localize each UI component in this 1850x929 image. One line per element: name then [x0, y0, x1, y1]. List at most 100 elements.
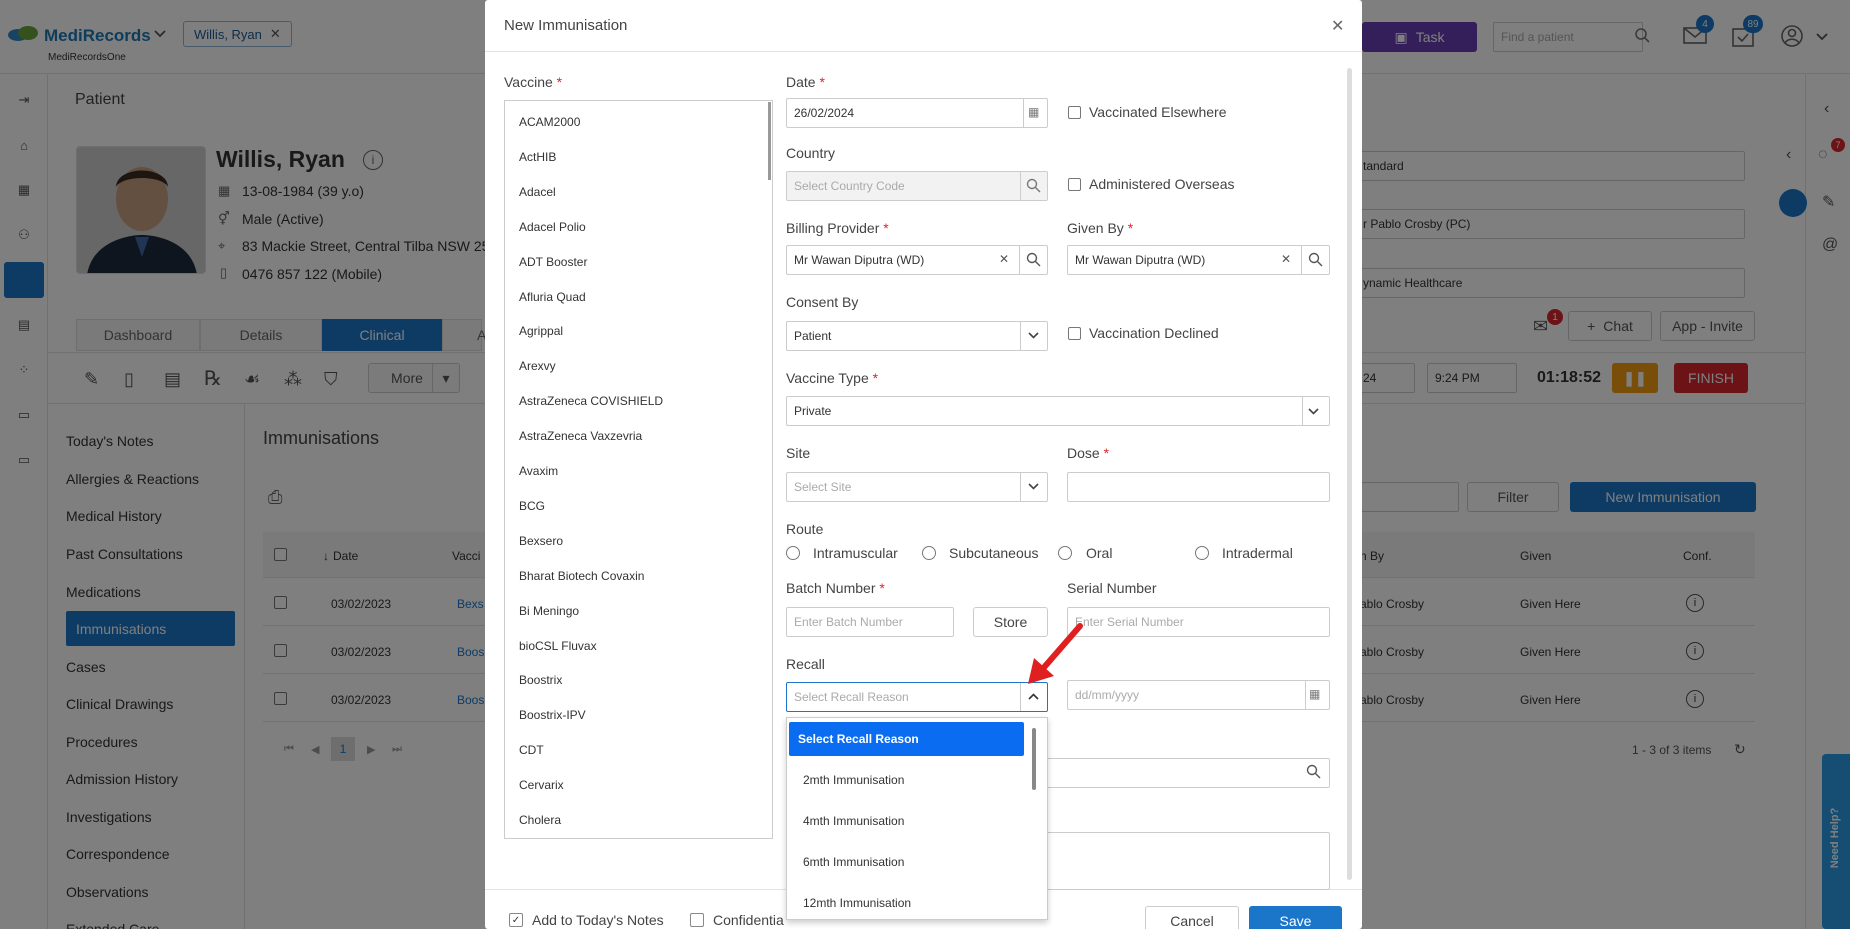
country-input[interactable]: Select Country Code: [786, 171, 1048, 201]
vaccine-list-item[interactable]: Bi Meningo: [519, 604, 579, 618]
confidential-label[interactable]: Confidentia: [713, 912, 784, 928]
date-label: Date *: [786, 74, 825, 90]
recall-reason-select[interactable]: Select Recall Reason: [786, 682, 1048, 712]
vaccine-list-item[interactable]: CDT: [519, 743, 544, 757]
dialog-title: New Immunisation: [504, 17, 628, 34]
vaccine-list-item[interactable]: Bharat Biotech Covaxin: [519, 569, 644, 583]
given-by-label: Given By *: [1067, 220, 1134, 236]
vaccine-list-item[interactable]: AstraZeneca Vaxzevria: [519, 429, 642, 443]
cancel-button[interactable]: Cancel: [1145, 906, 1239, 929]
recall-dropdown-scrollbar[interactable]: [1032, 728, 1036, 790]
recall-label: Recall: [786, 656, 825, 672]
batch-number-label: Batch Number *: [786, 580, 885, 596]
vaccine-list-item[interactable]: Adacel Polio: [519, 220, 586, 234]
recall-date-placeholder: dd/mm/yyyy: [1075, 688, 1140, 702]
given-by-label-text: Given By: [1067, 220, 1124, 236]
consent-by-label: Consent By: [786, 294, 859, 310]
confidential-checkbox[interactable]: [690, 913, 704, 927]
search-icon[interactable]: [1306, 764, 1321, 779]
vaccine-list-item[interactable]: Adacel: [519, 185, 556, 199]
vaccinated-elsewhere-label[interactable]: Vaccinated Elsewhere: [1089, 104, 1226, 120]
serial-number-input[interactable]: Enter Serial Number: [1067, 607, 1330, 637]
vaccinated-elsewhere-checkbox[interactable]: [1068, 106, 1081, 119]
chevron-down-icon[interactable]: [1028, 483, 1039, 490]
dialog-scrollbar[interactable]: [1347, 68, 1352, 880]
route-radio-oral[interactable]: [1058, 546, 1072, 560]
vaccine-list-item[interactable]: Bexsero: [519, 534, 563, 548]
site-label: Site: [786, 445, 811, 461]
route-intramuscular-label[interactable]: Intramuscular: [813, 545, 898, 561]
dose-input[interactable]: [1067, 472, 1330, 502]
notes-textarea[interactable]: [1040, 832, 1330, 890]
serial-placeholder: Enter Serial Number: [1075, 615, 1184, 629]
vaccine-list-item[interactable]: Boostrix: [519, 673, 562, 687]
recall-option[interactable]: 2mth Immunisation: [803, 773, 904, 787]
vaccine-type-select[interactable]: Private: [786, 396, 1330, 426]
calendar-icon[interactable]: ▦: [1309, 687, 1320, 701]
batch-number-input[interactable]: Enter Batch Number: [786, 607, 954, 637]
vaccine-list-item[interactable]: AstraZeneca COVISHIELD: [519, 394, 663, 408]
add-to-notes-checkbox[interactable]: ✓: [509, 913, 523, 927]
consent-by-value: Patient: [794, 329, 832, 343]
close-icon[interactable]: ✕: [1331, 16, 1344, 36]
annotation-arrow: [1024, 622, 1086, 686]
recall-option[interactable]: 6mth Immunisation: [803, 855, 904, 869]
country-placeholder: Select Country Code: [794, 179, 905, 193]
administered-overseas-checkbox[interactable]: [1068, 178, 1081, 191]
calendar-icon[interactable]: ▦: [1028, 105, 1039, 119]
batch-placeholder: Enter Batch Number: [794, 615, 903, 629]
hidden-search-field[interactable]: [1040, 758, 1330, 788]
vaccine-list-scrollbar[interactable]: [768, 102, 771, 180]
vaccine-label-text: Vaccine: [504, 74, 553, 90]
chevron-down-icon[interactable]: [1028, 332, 1039, 339]
vaccine-type-value: Private: [794, 404, 832, 418]
recall-option[interactable]: 12mth Immunisation: [803, 896, 911, 910]
search-icon[interactable]: [1026, 178, 1041, 193]
vaccine-list-item[interactable]: Afluria Quad: [519, 290, 586, 304]
serial-number-label: Serial Number: [1067, 580, 1157, 596]
vaccine-list-item[interactable]: Agrippal: [519, 324, 563, 338]
administered-overseas-label[interactable]: Administered Overseas: [1089, 176, 1235, 192]
billing-label-text: Billing Provider: [786, 220, 880, 236]
vaccination-declined-label[interactable]: Vaccination Declined: [1089, 325, 1219, 341]
recall-option[interactable]: 4mth Immunisation: [803, 814, 904, 828]
search-icon[interactable]: [1308, 252, 1323, 267]
site-placeholder: Select Site: [794, 480, 852, 494]
vaccine-list-item[interactable]: ADT Booster: [519, 255, 587, 269]
route-radio-intradermal[interactable]: [1195, 546, 1209, 560]
vaccine-list-item[interactable]: ActHIB: [519, 150, 556, 164]
chevron-down-icon[interactable]: [1308, 408, 1319, 415]
route-intradermal-label[interactable]: Intradermal: [1222, 545, 1293, 561]
vaccine-list-item[interactable]: bioCSL Fluvax: [519, 639, 597, 653]
vaccine-list-item[interactable]: Cervarix: [519, 778, 564, 792]
route-oral-label[interactable]: Oral: [1086, 545, 1112, 561]
country-label: Country: [786, 145, 836, 161]
vaccine-type-label-text: Vaccine Type: [786, 370, 869, 386]
search-icon[interactable]: [1026, 252, 1041, 267]
vaccine-label: Vaccine *: [504, 74, 563, 90]
vaccine-list-item[interactable]: Boostrix-IPV: [519, 708, 586, 722]
clear-icon[interactable]: ✕: [999, 252, 1009, 266]
given-by-value: Mr Wawan Diputra (WD): [1075, 253, 1206, 267]
vaccine-list-item[interactable]: Avaxim: [519, 464, 558, 478]
route-subcutaneous-label[interactable]: Subcutaneous: [949, 545, 1039, 561]
chevron-up-icon[interactable]: [1028, 693, 1039, 700]
site-select[interactable]: Select Site: [786, 472, 1048, 502]
vaccine-list-item[interactable]: Arexvy: [519, 359, 556, 373]
date-value: 26/02/2024: [794, 106, 855, 120]
add-to-notes-label[interactable]: Add to Today's Notes: [532, 912, 664, 928]
vaccine-list-item[interactable]: ACAM2000: [519, 115, 580, 129]
vaccination-declined-checkbox[interactable]: [1068, 327, 1081, 340]
recall-date-input[interactable]: dd/mm/yyyy: [1067, 680, 1330, 710]
vaccine-list-item[interactable]: Cholera: [519, 813, 561, 827]
date-input[interactable]: 26/02/2024: [786, 98, 1048, 128]
billing-provider-value: Mr Wawan Diputra (WD): [794, 253, 925, 267]
route-label: Route: [786, 521, 824, 537]
route-radio-intramuscular[interactable]: [786, 546, 800, 560]
route-radio-subcutaneous[interactable]: [922, 546, 936, 560]
recall-option[interactable]: Select Recall Reason: [798, 732, 919, 746]
vaccine-list-item[interactable]: BCG: [519, 499, 545, 513]
save-button[interactable]: Save: [1249, 906, 1342, 929]
clear-icon[interactable]: ✕: [1281, 252, 1291, 266]
consent-by-select[interactable]: Patient: [786, 321, 1048, 351]
